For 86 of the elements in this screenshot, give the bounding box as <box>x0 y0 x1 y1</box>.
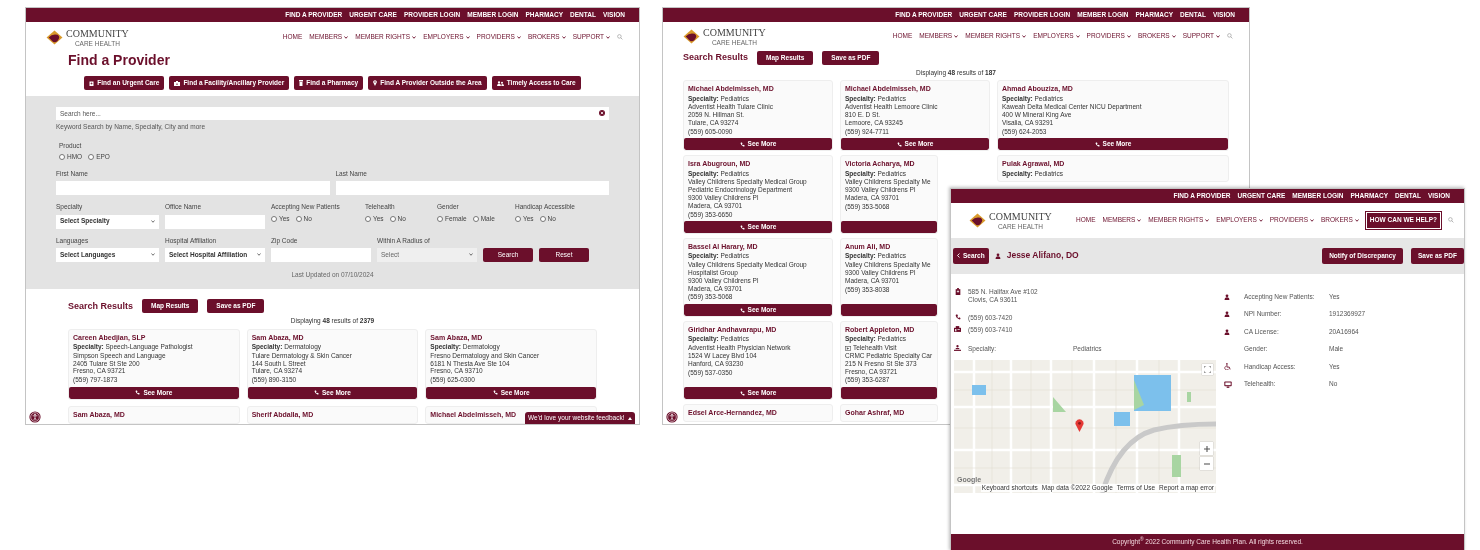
chevron-down-icon <box>1126 35 1131 38</box>
radio-button[interactable] <box>539 215 546 222</box>
radio-button[interactable] <box>59 154 65 161</box>
search-icon <box>617 34 623 41</box>
zoom-out-button[interactable] <box>1200 457 1213 471</box>
hand-person-icon <box>954 344 961 351</box>
building-icon <box>954 287 961 295</box>
text-field[interactable] <box>56 181 330 196</box>
phone-icon <box>135 390 141 396</box>
person-icon <box>1224 328 1230 335</box>
search-icon <box>1227 33 1233 40</box>
chevron-down-icon <box>1354 219 1359 222</box>
hospital-icon <box>89 80 95 86</box>
provider-name: Jesse Alifano, DO <box>1006 250 1079 262</box>
radio-button[interactable] <box>437 215 443 222</box>
see-more-button[interactable] <box>841 304 937 317</box>
person-icon <box>1224 293 1230 300</box>
chevron-down-icon <box>1216 35 1220 38</box>
search-icon <box>1448 217 1454 224</box>
chevron-down-icon <box>1022 35 1027 38</box>
chevron-down-icon <box>516 36 521 39</box>
logo-icon <box>969 213 986 228</box>
chevron-down-icon <box>151 220 155 224</box>
chevron-down-icon <box>1258 219 1263 222</box>
map-pin-icon <box>1075 419 1084 433</box>
radio-button[interactable] <box>295 215 302 222</box>
chevron-down-icon <box>1205 219 1210 222</box>
text-field[interactable] <box>271 248 371 262</box>
video-icon <box>845 345 851 351</box>
plus-icon <box>1203 445 1210 452</box>
chevron-down-icon <box>1310 219 1315 222</box>
page-title: Find a Provider <box>67 50 171 69</box>
phone-icon <box>739 307 745 313</box>
logo-icon <box>46 30 63 45</box>
caret-up-icon <box>628 416 632 420</box>
radio-button[interactable] <box>515 215 521 222</box>
chevron-down-icon <box>257 253 261 257</box>
see-more-button[interactable] <box>841 221 937 234</box>
fullscreen-icon <box>1204 366 1211 374</box>
phone-icon <box>739 142 745 147</box>
brand-name: COMMUNITY <box>703 27 766 39</box>
building-icon <box>174 80 181 86</box>
logo-icon <box>683 29 700 44</box>
chevron-down-icon <box>561 36 566 39</box>
zoom-in-button[interactable] <box>1200 442 1213 456</box>
fullscreen-button[interactable] <box>1202 364 1213 376</box>
minus-icon <box>1203 462 1210 465</box>
text-field[interactable] <box>335 181 609 196</box>
phone-icon <box>739 224 745 230</box>
wheelchair-icon <box>1224 363 1231 371</box>
map-pin-icon <box>373 80 378 87</box>
radio-button[interactable] <box>88 154 95 161</box>
phone-icon <box>314 390 320 396</box>
chevron-down-icon <box>1137 219 1142 222</box>
brand-name: COMMUNITY <box>989 211 1052 223</box>
phone-icon <box>739 390 745 396</box>
phone-icon <box>1094 142 1100 147</box>
chevron-down-icon <box>954 35 959 38</box>
people-icon <box>496 80 504 86</box>
chevron-down-icon <box>412 36 417 39</box>
phone-icon <box>896 142 902 147</box>
pill-bottle-icon <box>299 80 304 87</box>
radio-button[interactable] <box>472 215 479 222</box>
chevron-down-icon <box>469 253 473 257</box>
results-heading: Search Results <box>683 52 749 64</box>
chevron-down-icon <box>465 36 470 39</box>
clear-icon <box>599 110 605 117</box>
chevron-down-icon <box>606 36 610 39</box>
fax-icon <box>954 326 961 333</box>
phone-icon <box>954 313 961 320</box>
see-more-button[interactable] <box>841 387 937 400</box>
radio-button[interactable] <box>365 215 371 222</box>
person-icon <box>994 252 1001 259</box>
monitor-icon <box>1224 380 1232 388</box>
phone-icon <box>492 390 498 396</box>
chevron-left-icon <box>957 253 960 259</box>
results-heading: Search Results <box>68 300 134 313</box>
radio-button[interactable] <box>389 215 396 222</box>
chevron-down-icon <box>151 253 155 257</box>
chevron-down-icon <box>344 36 349 39</box>
text-field[interactable] <box>165 214 265 229</box>
chevron-down-icon <box>1171 35 1176 38</box>
chevron-down-icon <box>1075 35 1080 38</box>
brand-name: COMMUNITY <box>66 28 129 40</box>
radio-button[interactable] <box>271 215 277 222</box>
person-icon <box>1224 311 1230 318</box>
